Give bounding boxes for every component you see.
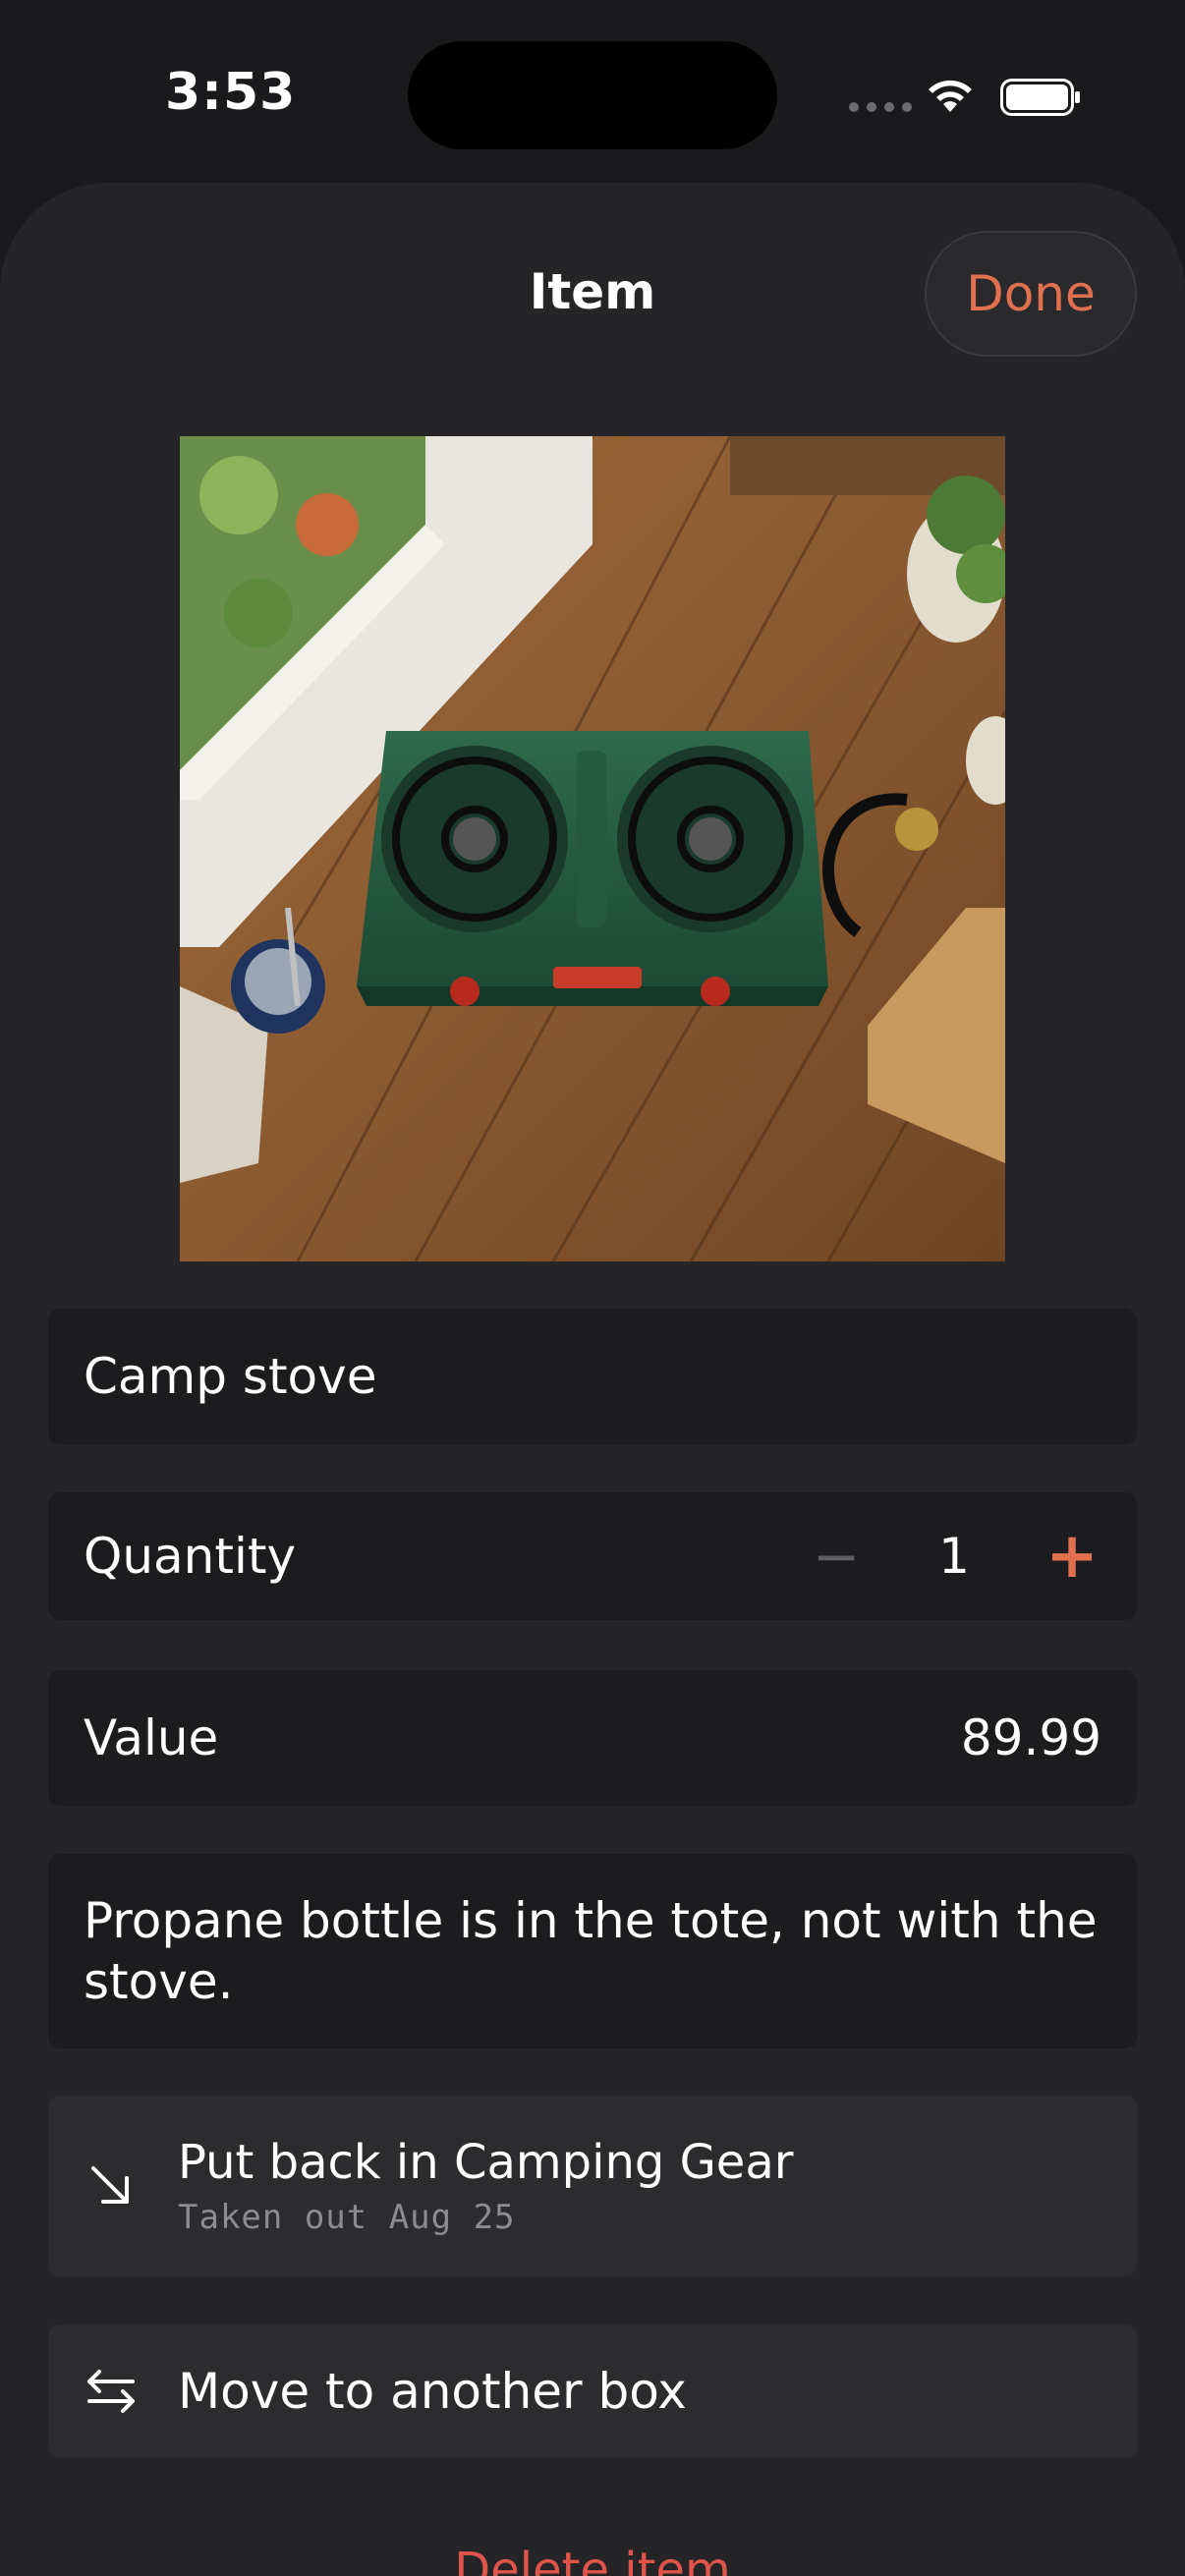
move-to-box-button[interactable]: Move to another box xyxy=(48,2324,1137,2458)
cellular-signal-icon xyxy=(849,102,912,112)
notes-field[interactable]: Propane bottle is in the tote, not with … xyxy=(48,1854,1137,2048)
notes-text: Propane bottle is in the tote, not with … xyxy=(84,1892,1098,2010)
item-name-field[interactable]: Camp stove xyxy=(48,1309,1137,1444)
quantity-stepper: − 1 + xyxy=(807,1520,1101,1593)
done-button[interactable]: Done xyxy=(925,231,1137,357)
arrow-down-right-icon xyxy=(91,2166,129,2204)
quantity-value: 1 xyxy=(938,1528,970,1585)
battery-icon xyxy=(1000,79,1080,116)
delete-item-button[interactable]: Delete item xyxy=(0,2543,1185,2576)
item-photo[interactable] xyxy=(180,436,1005,1261)
quantity-row: Quantity − 1 + xyxy=(48,1492,1137,1620)
put-back-button[interactable]: Put back in Camping Gear Taken out Aug 2… xyxy=(48,2096,1137,2276)
quantity-label: Quantity xyxy=(84,1528,297,1585)
value-row[interactable]: Value 89.99 xyxy=(48,1670,1137,1806)
value-field[interactable]: 89.99 xyxy=(961,1709,1101,1766)
put-back-label: Put back in Camping Gear xyxy=(178,2135,794,2190)
screen: 3:53 Item Done Camp stove Quantity − 1 +… xyxy=(0,0,1185,2576)
wifi-icon xyxy=(929,80,972,112)
decrement-button[interactable]: − xyxy=(807,1523,866,1590)
move-label: Move to another box xyxy=(178,2363,687,2420)
taken-out-date: Taken out Aug 25 xyxy=(178,2198,516,2237)
status-time: 3:53 xyxy=(165,63,297,122)
value-label: Value xyxy=(84,1709,219,1766)
increment-button[interactable]: + xyxy=(1043,1520,1101,1593)
item-name-text: Camp stove xyxy=(84,1348,377,1405)
dynamic-island xyxy=(408,41,777,149)
put-back-text: Put back in Camping Gear Taken out Aug 2… xyxy=(178,2135,793,2237)
arrows-left-right-icon xyxy=(87,2370,135,2413)
